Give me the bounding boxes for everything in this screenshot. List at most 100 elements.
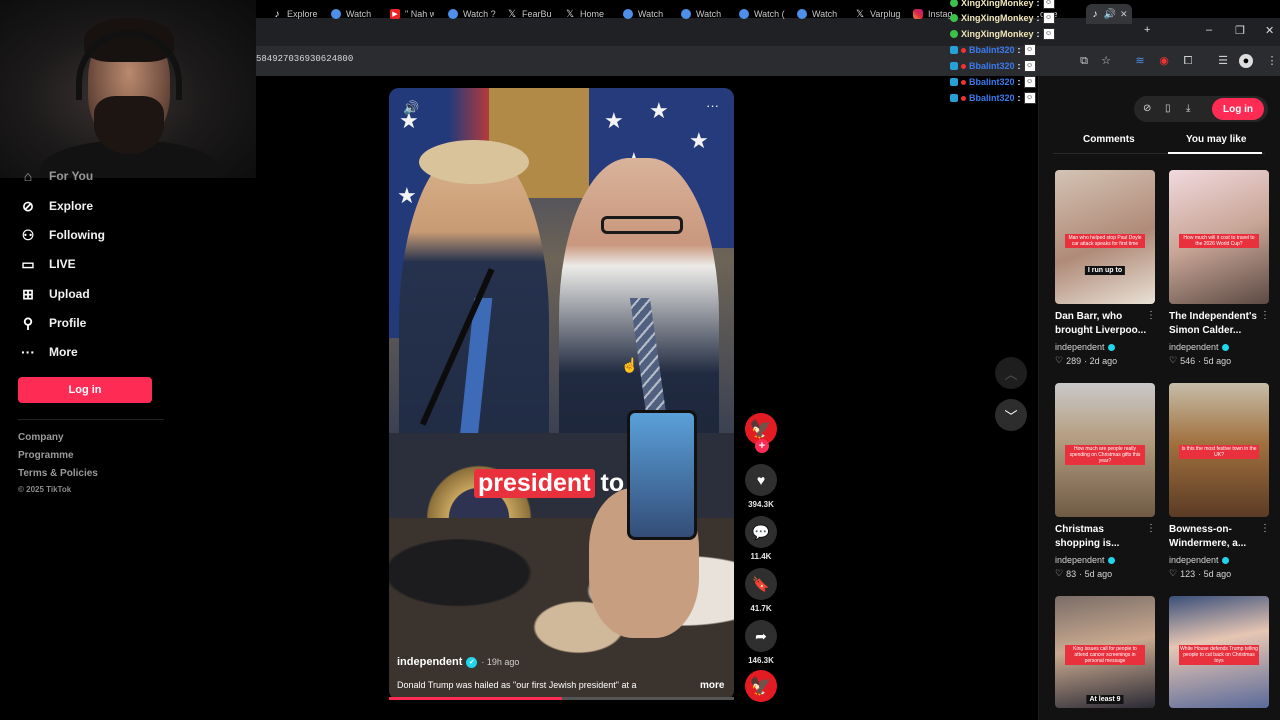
sidebar-divider	[18, 419, 164, 420]
tab-comments[interactable]: Comments	[1083, 134, 1135, 145]
browser-tab[interactable]: Instag	[913, 4, 955, 24]
card-menu-icon[interactable]: ⋮	[1260, 310, 1270, 321]
previous-video-button[interactable]: ︿	[995, 357, 1027, 389]
x-icon: 𝕏	[507, 8, 517, 20]
video-thumbnail[interactable]: King issues call for people to attend ca…	[1055, 596, 1155, 708]
tab-close-icon[interactable]: ✕	[1120, 9, 1128, 20]
tiktok-icon: ♪	[1092, 8, 1098, 20]
globe-icon	[331, 9, 341, 19]
card-author[interactable]: independent	[1169, 342, 1229, 352]
heart-outline-icon: ♡	[1169, 568, 1178, 578]
card-title[interactable]: Dan Barr, who brought Liverpoo...	[1055, 310, 1155, 338]
download-icon[interactable]: ⤓	[1186, 103, 1190, 114]
emote-icon: ☺	[1042, 28, 1055, 40]
more-link[interactable]: more	[700, 680, 724, 691]
card-title[interactable]: The Independent's Simon Calder...	[1169, 310, 1269, 338]
sub-badge-icon	[961, 95, 966, 101]
sidebar-item-explore[interactable]: ⊘ Explore	[20, 198, 93, 214]
minimize-button[interactable]: –	[1206, 24, 1212, 36]
browser-tab[interactable]: Watch	[331, 4, 379, 24]
video-progress-bar[interactable]	[389, 697, 734, 700]
more-options-icon[interactable]: ···	[706, 98, 719, 113]
browser-tab[interactable]: Watch	[623, 4, 669, 24]
following-icon: ⚇	[21, 226, 35, 243]
card-title[interactable]: Christmas shopping is...	[1055, 523, 1155, 551]
browser-tab[interactable]: Watch	[797, 4, 843, 24]
like-button[interactable]: ♥	[745, 464, 777, 496]
share-button[interactable]: ➦	[745, 620, 777, 652]
video-thumbnail[interactable]: Man who helped stop Paul Doyle car attac…	[1055, 170, 1155, 304]
x-icon: 𝕏	[565, 8, 575, 20]
video-thumbnail[interactable]: White House defends Trump telling people…	[1169, 596, 1269, 708]
browser-tab[interactable]: Watch (	[739, 4, 785, 24]
browser-tab[interactable]: Watch ?	[448, 4, 496, 24]
card-menu-icon[interactable]: ⋮	[1146, 523, 1156, 534]
card-author[interactable]: independent	[1169, 555, 1229, 565]
audio-extension-icon[interactable]: ≋	[1133, 54, 1147, 68]
menu-kebab-icon[interactable]: ⋮	[1265, 54, 1279, 68]
card-menu-icon[interactable]: ⋮	[1260, 523, 1270, 534]
heart-icon: ♥	[756, 472, 766, 488]
compass-icon: ⊘	[22, 197, 34, 214]
next-video-button[interactable]: ﹀	[995, 399, 1027, 431]
puzzle-extensions-icon[interactable]: ⧠	[1181, 54, 1195, 68]
url-field[interactable]: 584927036930624800	[256, 54, 353, 64]
video-author[interactable]: independent ✓ · 19h ago	[397, 656, 519, 668]
video-player[interactable]: ★ ★ ★ ★ ★ ★ ★	[389, 88, 734, 700]
globe-icon	[681, 9, 691, 19]
emote-icon: ☺	[1042, 12, 1055, 24]
sidebar-item-live[interactable]: ▭ LIVE	[20, 256, 75, 272]
heart-outline-icon: ♡	[1055, 568, 1064, 578]
sidebar-item-for-you[interactable]: ⌂ For You	[20, 170, 93, 182]
browser-tab[interactable]: 𝕏 Varplug	[855, 4, 901, 24]
extension-icon[interactable]: ◉	[1157, 54, 1171, 68]
youtube-icon: ▶	[390, 9, 400, 19]
profile-avatar-icon[interactable]: ●	[1239, 54, 1253, 68]
compass-icon[interactable]: ⊘	[1143, 103, 1151, 114]
sound-disc-avatar[interactable]: 🦅	[745, 670, 777, 702]
save-button[interactable]: 🔖	[745, 568, 777, 600]
browser-tab-active[interactable]: ♪ 🔊 ✕	[1086, 4, 1132, 24]
browser-tab[interactable]: ♪ Explore	[272, 4, 322, 24]
video-thumbnail[interactable]: How much will it cost to travel to the 2…	[1169, 170, 1269, 304]
restore-button[interactable]: ❐	[1235, 24, 1245, 37]
reading-list-icon[interactable]: ☰	[1216, 54, 1230, 68]
footer-link-terms[interactable]: Terms & Policies	[18, 468, 98, 479]
comment-button[interactable]: 💬	[745, 516, 777, 548]
browser-tab[interactable]: ▶ " Nah w	[390, 4, 434, 24]
sidebar-item-following[interactable]: ⚇ Following	[20, 227, 105, 243]
progress-fill	[389, 697, 562, 700]
video-thumbnail[interactable]: How much are people really spending on C…	[1055, 383, 1155, 517]
bookmark-star-icon[interactable]: ☆	[1099, 54, 1113, 68]
sidebar-item-profile[interactable]: ⚲ Profile	[20, 315, 86, 331]
sidebar-login-button[interactable]: Log in	[18, 377, 152, 403]
browser-tab[interactable]: Watch	[681, 4, 727, 24]
volume-icon[interactable]: 🔊	[403, 100, 419, 116]
footer-link-programme[interactable]: Programme	[18, 450, 74, 461]
more-dots-icon: ···	[21, 344, 35, 360]
footer-link-company[interactable]: Company	[18, 432, 64, 443]
mobile-icon[interactable]: ▯	[1165, 103, 1171, 114]
follow-plus-icon[interactable]: +	[755, 439, 769, 453]
tab-you-may-like[interactable]: You may like	[1186, 134, 1246, 145]
sidebar-item-upload[interactable]: ⊞ Upload	[20, 286, 90, 302]
header-login-button[interactable]: Log in	[1212, 98, 1264, 120]
card-title[interactable]: Bowness-on- Windermere, a...	[1169, 523, 1269, 551]
tiktok-icon: ♪	[274, 8, 280, 20]
card-author[interactable]: independent	[1055, 555, 1115, 565]
bookmark-icon: 🔖	[752, 575, 770, 592]
star-decoration: ★	[649, 98, 669, 123]
emote-icon: ☺	[1023, 60, 1036, 72]
card-menu-icon[interactable]: ⋮	[1146, 310, 1156, 321]
install-app-icon[interactable]: ⧉	[1077, 54, 1091, 68]
close-window-button[interactable]: ✕	[1265, 24, 1274, 37]
browser-tab[interactable]: 𝕏 FearBu	[507, 4, 551, 24]
sidebar-item-more[interactable]: ··· More	[20, 344, 78, 360]
browser-tab[interactable]: 𝕏 Home	[565, 4, 613, 24]
card-meta: ♡ 546 · 5d ago	[1169, 355, 1232, 366]
chat-message: XingXingMonkey: ☺	[950, 0, 1055, 9]
card-author[interactable]: independent	[1055, 342, 1115, 352]
globe-icon	[739, 9, 749, 19]
video-thumbnail[interactable]: Is this the most festive town in the UK?	[1169, 383, 1269, 517]
new-tab-button[interactable]: +	[1144, 24, 1150, 36]
